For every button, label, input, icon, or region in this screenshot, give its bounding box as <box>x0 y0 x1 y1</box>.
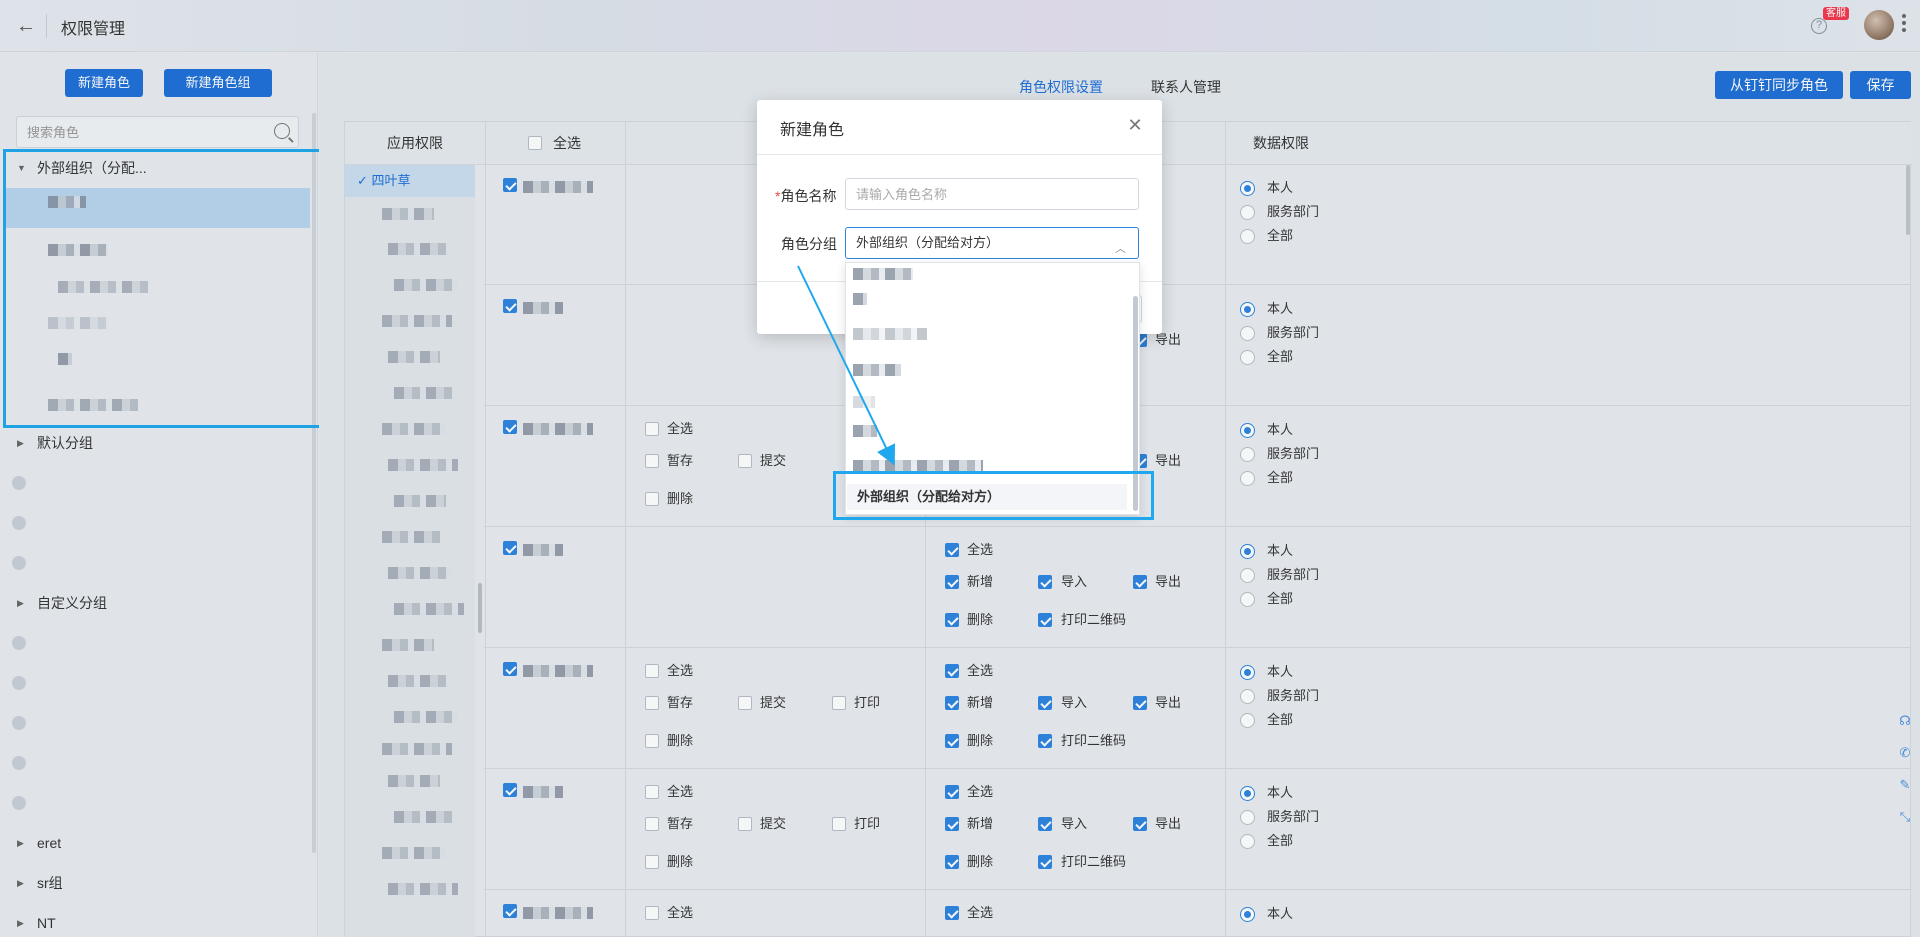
annotation-arrow <box>797 265 896 466</box>
